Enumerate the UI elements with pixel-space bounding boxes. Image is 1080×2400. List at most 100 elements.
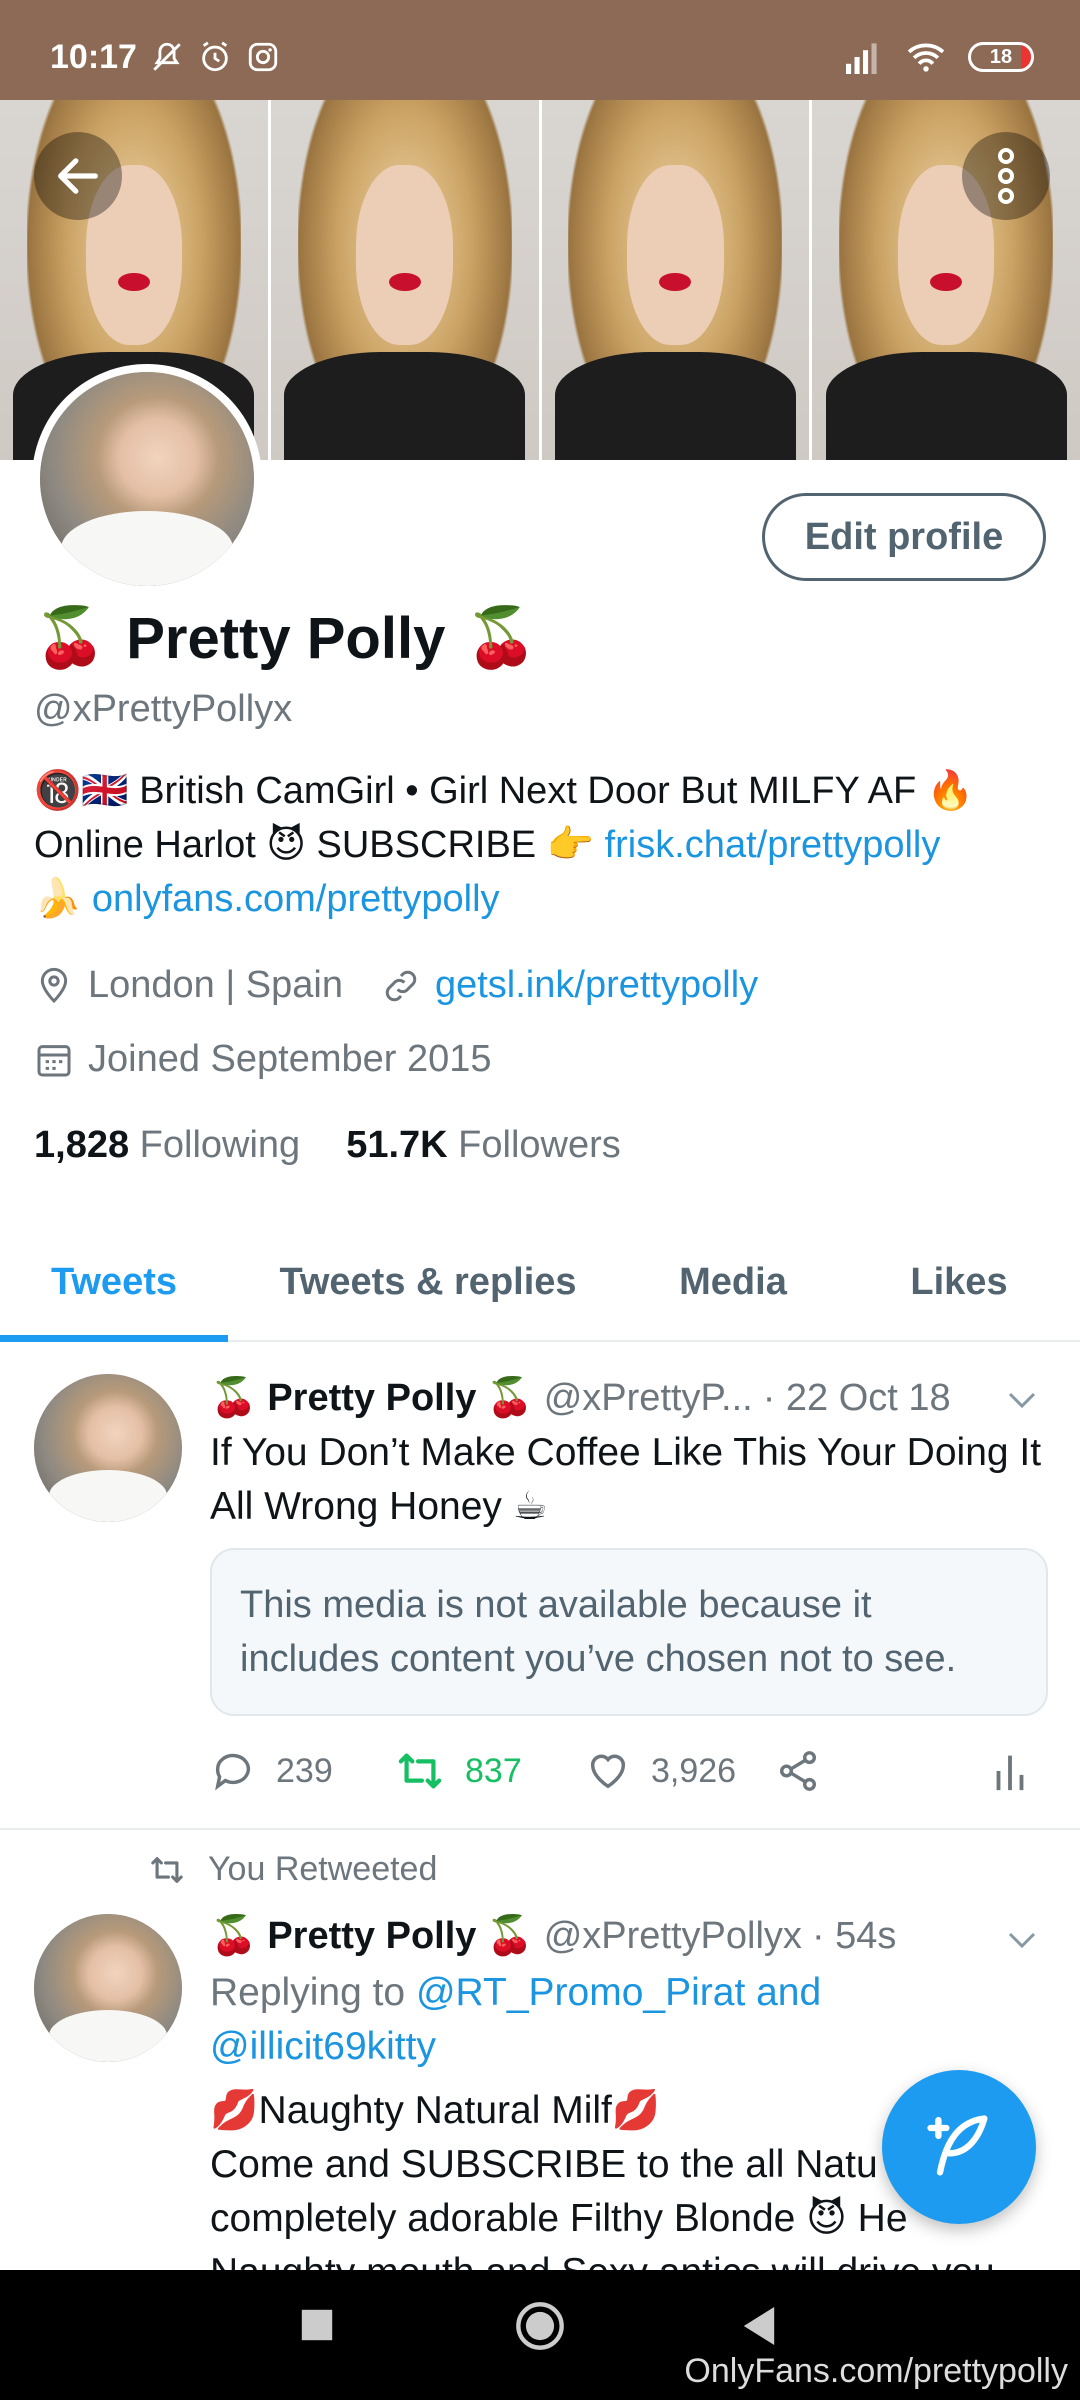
profile-tabs: Tweets Tweets & replies Media Likes bbox=[0, 1224, 1080, 1342]
followers-label: Followers bbox=[458, 1124, 621, 1166]
more-options-button[interactable] bbox=[962, 132, 1050, 220]
tweet-handle: @xPrettyP... bbox=[543, 1376, 753, 1419]
website-link[interactable]: getsl.ink/prettypolly bbox=[435, 964, 758, 1007]
replying-to: Replying to @RT_Promo_Pirat and @illicit… bbox=[210, 1966, 1050, 2074]
watermark: OnlyFans.com/prettypolly bbox=[684, 2352, 1068, 2390]
tweet-header: 🍒 Pretty Polly 🍒 @xPrettyP... · 22 Oct 1… bbox=[210, 1376, 951, 1420]
replying-prefix: Replying to bbox=[210, 1971, 406, 2014]
tweet-avatar[interactable] bbox=[34, 1914, 182, 2062]
joined-row: Joined September 2015 bbox=[34, 1038, 492, 1081]
tweet-header: 🍒 Pretty Polly 🍒 @xPrettyPollyx · 54s bbox=[210, 1914, 896, 1958]
profile-avatar[interactable] bbox=[32, 364, 262, 594]
tweet-avatar[interactable] bbox=[34, 1374, 182, 1522]
wifi-icon bbox=[907, 43, 945, 72]
chevron-down-icon[interactable] bbox=[1004, 1922, 1040, 1958]
arrow-left-icon bbox=[58, 158, 98, 194]
analytics-icon bbox=[996, 1755, 1024, 1791]
share-button[interactable] bbox=[775, 1748, 955, 1794]
battery-icon: 18 bbox=[968, 42, 1034, 72]
followers-count: 51.7K bbox=[346, 1124, 448, 1166]
cherry-emoji: 🍒 bbox=[34, 605, 107, 670]
back-button[interactable] bbox=[34, 132, 122, 220]
signal-icon bbox=[846, 43, 877, 74]
retweet-icon bbox=[398, 1753, 442, 1789]
profile-handle: @xPrettyPollyx bbox=[34, 688, 293, 730]
mute-icon bbox=[153, 42, 181, 71]
home-icon[interactable] bbox=[514, 2300, 566, 2352]
retweet-button[interactable]: 837 bbox=[395, 1748, 585, 1794]
retweet-icon bbox=[151, 1856, 183, 1883]
bio-emoji: 🔞🇬🇧 bbox=[34, 770, 129, 812]
bio-emoji: 😈 bbox=[266, 824, 306, 866]
tab-tweets[interactable]: Tweets bbox=[0, 1224, 228, 1342]
cherry-emoji: 🍒 bbox=[486, 1915, 534, 1957]
calendar-icon bbox=[37, 1044, 71, 1076]
tweet-time: · 54s bbox=[811, 1914, 897, 1957]
tab-media[interactable]: Media bbox=[628, 1224, 838, 1340]
retweeted-label: You Retweeted bbox=[208, 1850, 438, 1888]
like-count: 3,926 bbox=[651, 1751, 737, 1790]
follow-counts: 1,828 Following 51.7K Followers bbox=[34, 1124, 621, 1167]
recents-icon[interactable] bbox=[298, 2306, 336, 2344]
display-name: Pretty Polly bbox=[126, 605, 446, 671]
mention-link[interactable]: @illicit69kitty bbox=[210, 2025, 436, 2068]
reply-count: 239 bbox=[276, 1751, 333, 1790]
cherry-emoji: 🍒 bbox=[465, 605, 538, 670]
tweet-author: Pretty Polly bbox=[267, 1914, 477, 1957]
analytics-button[interactable] bbox=[990, 1748, 1030, 1794]
instagram-icon bbox=[248, 42, 278, 72]
tab-tweets-replies[interactable]: Tweets & replies bbox=[228, 1224, 628, 1340]
bio-emoji: 🔥 bbox=[926, 770, 975, 812]
joined-text: Joined September 2015 bbox=[88, 1038, 492, 1080]
bio-link[interactable]: onlyfans.com/prettypolly bbox=[92, 878, 500, 920]
location-text: London | Spain bbox=[88, 964, 343, 1006]
share-icon bbox=[779, 1751, 817, 1791]
reply-icon bbox=[215, 1753, 251, 1791]
tweet-time: · 22 Oct 18 bbox=[762, 1376, 951, 1419]
reply-button[interactable]: 239 bbox=[210, 1748, 395, 1794]
retweeted-indicator: You Retweeted bbox=[146, 1850, 437, 1889]
following-label: Following bbox=[139, 1124, 301, 1166]
mention-link[interactable]: @RT_Promo_Pirat and bbox=[416, 1971, 821, 2014]
location-pin-icon bbox=[40, 967, 68, 1003]
tweet-actions: 239 837 3,926 bbox=[210, 1748, 1030, 1794]
tab-likes[interactable]: Likes bbox=[838, 1224, 1080, 1340]
followers-link[interactable]: 51.7K Followers bbox=[346, 1124, 621, 1167]
bio-emoji: 👉 bbox=[546, 824, 595, 866]
link-icon bbox=[385, 970, 417, 1001]
tweet-text: If You Don’t Make Coffee Like This Your … bbox=[210, 1431, 1042, 1528]
profile-bio: 🔞🇬🇧 British CamGirl • Girl Next Door But… bbox=[34, 764, 1044, 926]
media-unavailable-notice: This media is not available because it i… bbox=[210, 1548, 1048, 1716]
banner-photo bbox=[541, 100, 813, 460]
bio-text: British CamGirl • Girl Next Door But MIL… bbox=[139, 770, 917, 812]
edit-profile-button[interactable]: Edit profile bbox=[762, 493, 1046, 581]
alarm-icon bbox=[202, 41, 228, 72]
cherry-emoji: 🍒 bbox=[210, 1915, 258, 1957]
status-time: 10:17 bbox=[50, 38, 137, 76]
bio-link[interactable]: frisk.chat/prettypolly bbox=[605, 824, 941, 866]
more-vertical-icon bbox=[998, 148, 1014, 204]
bio-text: Online Harlot bbox=[34, 824, 256, 866]
back-nav-icon[interactable] bbox=[740, 2306, 778, 2346]
bio-emoji: 🍌 bbox=[34, 878, 82, 920]
battery-level: 18 bbox=[989, 46, 1013, 68]
compose-feather-icon bbox=[927, 2115, 988, 2176]
cherry-emoji: 🍒 bbox=[210, 1377, 258, 1419]
tweet-handle: @xPrettyPollyx bbox=[543, 1914, 802, 1957]
tweet-line: Naughty mouth and Sexy antics will drive… bbox=[210, 2246, 1050, 2270]
tweet-author: Pretty Polly bbox=[267, 1376, 477, 1419]
bio-text: SUBSCRIBE bbox=[316, 824, 537, 866]
heart-icon bbox=[590, 1754, 626, 1789]
banner-photo bbox=[270, 100, 542, 460]
profile-meta: London | Spain getsl.ink/prettypolly bbox=[34, 964, 758, 1007]
retweet-count: 837 bbox=[465, 1751, 522, 1790]
tweet[interactable]: 🍒 Pretty Polly 🍒 @xPrettyP... · 22 Oct 1… bbox=[0, 1342, 1080, 1828]
following-count: 1,828 bbox=[34, 1124, 130, 1166]
like-button[interactable]: 3,926 bbox=[585, 1748, 775, 1794]
compose-tweet-button[interactable] bbox=[882, 2070, 1036, 2224]
profile-name: 🍒 Pretty Polly 🍒 bbox=[34, 604, 538, 672]
chevron-down-icon[interactable] bbox=[1004, 1382, 1040, 1418]
cherry-emoji: 🍒 bbox=[486, 1377, 534, 1419]
following-link[interactable]: 1,828 Following bbox=[34, 1124, 300, 1167]
status-bar: 10:17 18 bbox=[0, 0, 1080, 100]
